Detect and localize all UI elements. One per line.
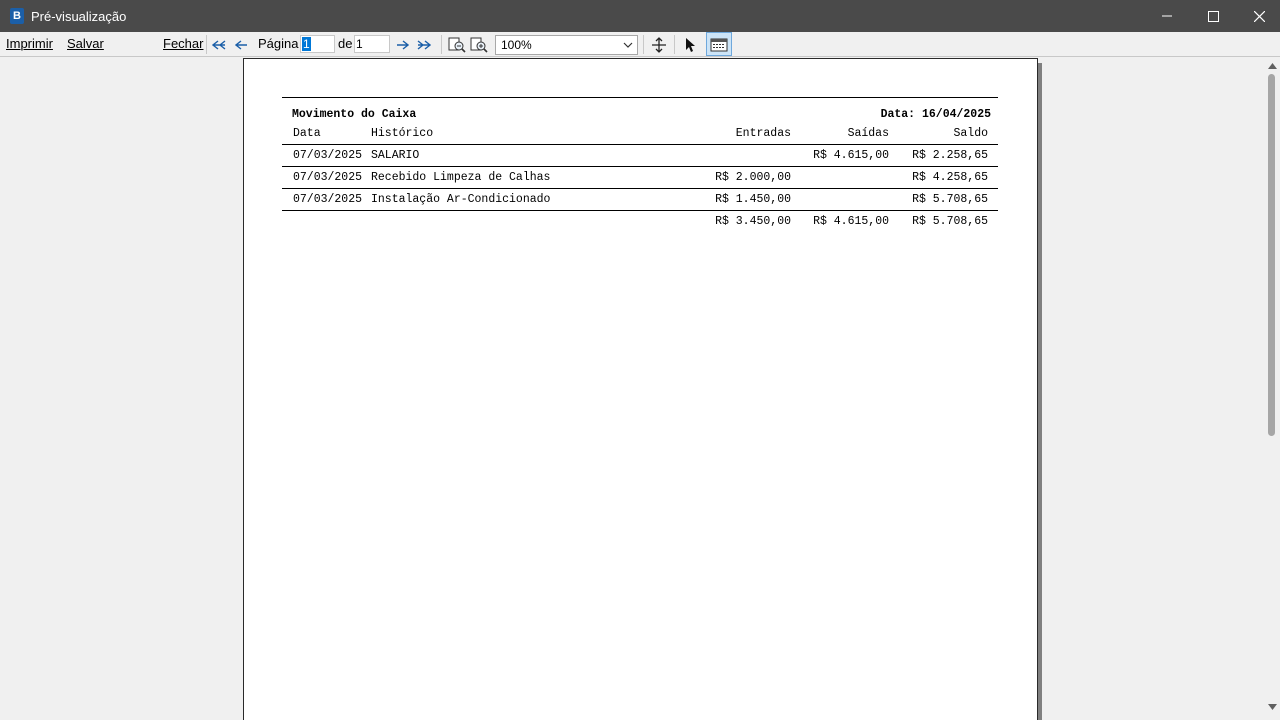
app-logo-icon: B <box>10 8 24 24</box>
total-saldo: R$ 5.708,65 <box>912 215 988 228</box>
totals-rule <box>282 210 998 211</box>
toolbar-separator <box>643 35 644 54</box>
total-pages-field: 1 <box>354 35 390 53</box>
column-header-saldo: Saldo <box>953 127 988 140</box>
move-arrows-icon <box>652 36 666 53</box>
close-icon <box>1253 10 1265 22</box>
select-pointer-button[interactable] <box>680 35 700 54</box>
zoom-out-icon <box>448 37 466 53</box>
report-page: Movimento do Caixa Data: 16/04/2025 Data… <box>243 58 1038 720</box>
last-page-button[interactable] <box>414 35 434 54</box>
first-page-button[interactable] <box>209 35 229 54</box>
page-number-input[interactable]: 1 <box>300 35 335 53</box>
total-pages-value: 1 <box>356 37 363 51</box>
cursor-arrow-icon <box>686 37 695 52</box>
row-2-entradas: R$ 2.000,00 <box>715 171 791 184</box>
fit-page-button[interactable] <box>649 35 669 54</box>
row-2-saldo: R$ 4.258,65 <box>912 171 988 184</box>
maximize-button[interactable] <box>1190 0 1236 32</box>
calendar-grid-icon <box>710 38 728 52</box>
vertical-scrollbar[interactable] <box>1264 57 1280 720</box>
scroll-up-arrow-icon[interactable] <box>1267 61 1277 71</box>
first-page-icon <box>212 39 226 50</box>
of-label: de <box>338 36 353 51</box>
total-entradas: R$ 3.450,00 <box>715 215 791 228</box>
zoom-select[interactable]: 100% <box>495 35 638 55</box>
print-label: Imprimir <box>6 36 53 51</box>
row-3-historico: Instalação Ar-Condicionado <box>371 193 551 206</box>
toolbar-separator <box>441 35 442 54</box>
toolbar: Imprimir Salvar Fechar Página 1 de 1 100… <box>0 32 1280 57</box>
minimize-icon <box>1162 15 1172 17</box>
maximize-icon <box>1207 10 1219 22</box>
last-page-icon <box>417 39 431 50</box>
next-page-button[interactable] <box>392 35 412 54</box>
title-bar: B Pré-visualização <box>0 0 1280 32</box>
scrollbar-thumb[interactable] <box>1268 74 1275 436</box>
multi-page-view-button[interactable] <box>706 32 732 56</box>
row-3-entradas: R$ 1.450,00 <box>715 193 791 206</box>
minimize-button[interactable] <box>1144 0 1190 32</box>
zoom-in-button[interactable] <box>469 35 489 54</box>
row-3-data: 07/03/2025 <box>293 193 363 206</box>
row-1-historico: SALARIO <box>371 149 420 162</box>
close-button[interactable]: Fechar <box>163 36 203 52</box>
column-header-entradas: Entradas <box>735 127 791 140</box>
row-rule <box>282 188 998 189</box>
scroll-down-arrow-icon[interactable] <box>1267 702 1277 712</box>
window-title: Pré-visualização <box>31 9 127 24</box>
zoom-out-button[interactable] <box>447 35 467 54</box>
previous-page-icon <box>234 39 247 50</box>
row-1-saldo: R$ 2.258,65 <box>912 149 988 162</box>
toolbar-separator <box>206 35 207 54</box>
row-3-saldo: R$ 5.708,65 <box>912 193 988 206</box>
row-2-historico: Recebido Limpeza de Calhas <box>371 171 551 184</box>
close-label: Fechar <box>163 36 204 51</box>
page-number-value: 1 <box>302 37 311 51</box>
report-date: Data: 16/04/2025 <box>880 108 991 121</box>
save-button[interactable]: Salvar <box>67 36 104 52</box>
column-header-saidas: Saídas <box>847 127 889 140</box>
save-label: Salvar <box>67 36 104 51</box>
column-header-historico: Histórico <box>371 127 434 140</box>
close-window-button[interactable] <box>1236 0 1280 32</box>
total-saidas: R$ 4.615,00 <box>813 215 889 228</box>
print-button[interactable]: Imprimir <box>6 36 53 52</box>
previous-page-button[interactable] <box>231 35 251 54</box>
header-rule <box>282 97 998 98</box>
report-title: Movimento do Caixa <box>292 108 417 121</box>
column-header-data: Data <box>293 127 321 140</box>
toolbar-separator <box>674 35 675 54</box>
row-2-data: 07/03/2025 <box>293 171 363 184</box>
zoom-in-icon <box>470 37 488 53</box>
row-rule <box>282 166 998 167</box>
preview-area[interactable]: Movimento do Caixa Data: 16/04/2025 Data… <box>0 57 1264 720</box>
chevron-down-icon <box>623 36 633 59</box>
page-label: Página <box>258 36 299 51</box>
row-1-saidas: R$ 4.615,00 <box>813 149 889 162</box>
next-page-icon <box>396 39 409 50</box>
row-1-data: 07/03/2025 <box>293 149 363 162</box>
zoom-value: 100% <box>501 38 532 52</box>
row-rule <box>282 144 998 145</box>
